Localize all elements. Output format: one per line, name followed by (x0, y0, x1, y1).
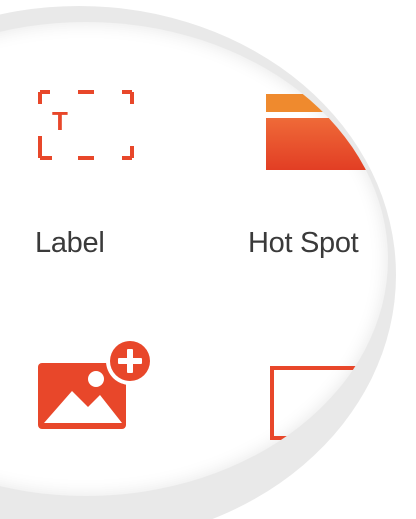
magnified-tool-palette: T Label Hot Spot (0, 0, 416, 519)
tool-hot-spot-text: Hot Spot (248, 227, 359, 259)
label-text-icon: T (38, 90, 134, 160)
tool-add-image[interactable] (36, 337, 166, 437)
add-image-icon (38, 337, 154, 429)
rectangle-icon (270, 366, 388, 440)
tool-hot-spot[interactable]: Hot Spot (248, 82, 388, 292)
tool-rectangle[interactable] (269, 365, 388, 455)
tool-label[interactable]: T Label (30, 82, 180, 292)
magnifier-lens: T Label Hot Spot (0, 22, 388, 496)
tool-label-text: Label (35, 227, 105, 259)
svg-text:T: T (52, 106, 68, 136)
hot-spot-icon (266, 94, 388, 170)
